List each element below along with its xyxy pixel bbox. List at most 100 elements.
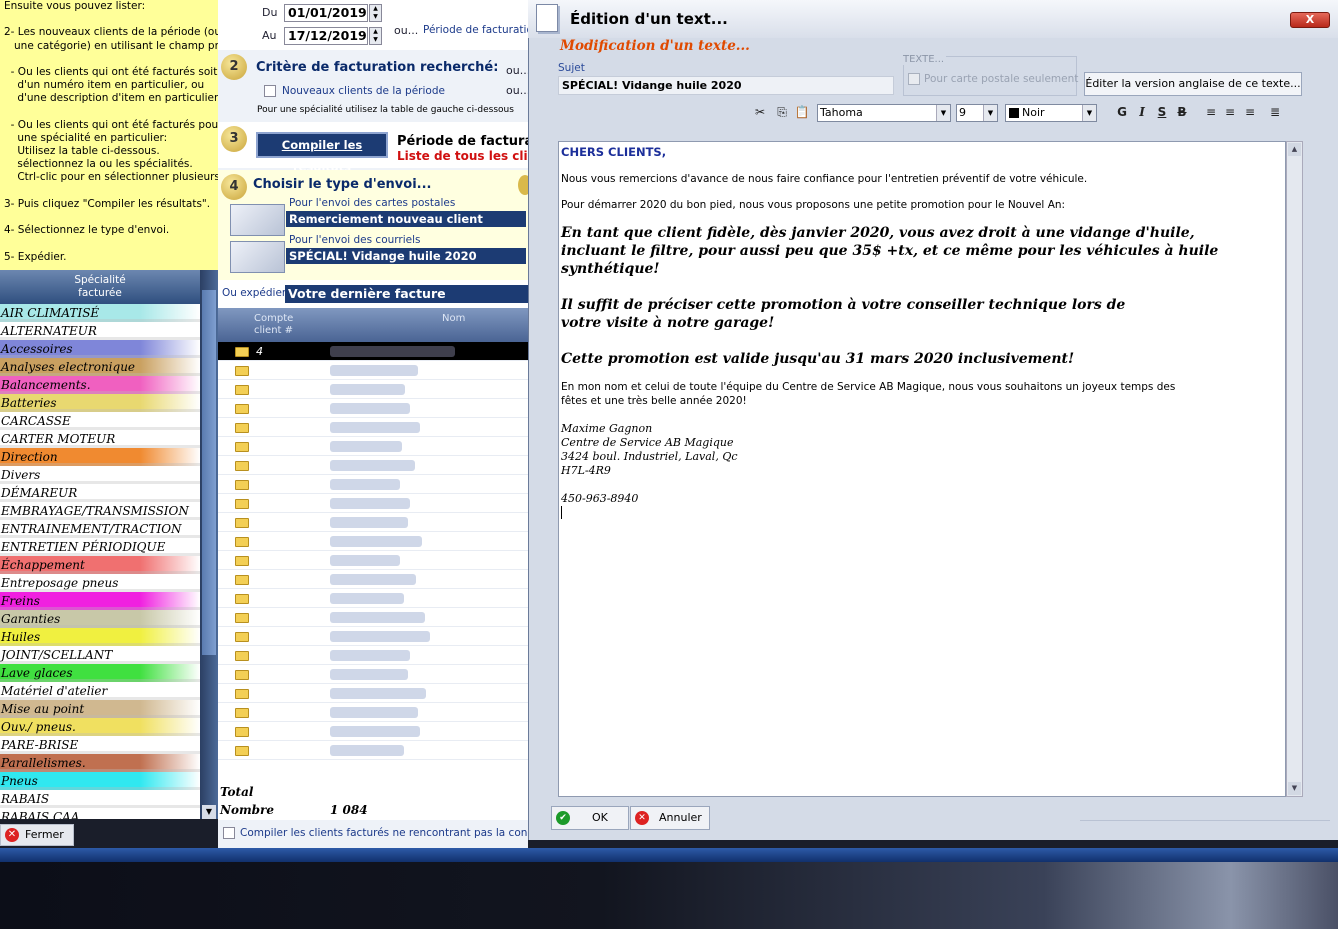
copy-icon[interactable]: ⎘ [774, 103, 790, 121]
specialite-item[interactable]: EMBRAYAGE/TRANSMISSION [0, 502, 200, 520]
specialite-item[interactable]: Mise au point [0, 700, 200, 718]
compiler-non-conditions-row[interactable]: Compiler les clients facturés ne rencont… [218, 823, 528, 845]
du-spinner[interactable]: ▲ ▼ [369, 4, 382, 22]
table-row[interactable] [218, 494, 528, 513]
table-row[interactable] [218, 741, 528, 760]
specialite-item[interactable]: Garanties [0, 610, 200, 628]
font-color-select[interactable]: Noir ▼ [1005, 104, 1097, 122]
specialite-item[interactable]: Échappement [0, 556, 200, 574]
specialite-item[interactable]: AIR CLIMATISÉ [0, 304, 200, 322]
specialite-item[interactable]: Huiles [0, 628, 200, 646]
cut-icon[interactable]: ✂ [752, 103, 768, 121]
underline-icon[interactable]: S [1154, 103, 1170, 121]
au-date-field[interactable]: 17/12/2019 [284, 27, 368, 45]
table-row[interactable] [218, 646, 528, 665]
specialite-item[interactable]: Entreposage pneus [0, 574, 200, 592]
scroll-down-icon[interactable]: ▼ [202, 805, 216, 819]
specialite-item[interactable]: Direction [0, 448, 200, 466]
courriel-select[interactable]: SPÉCIAL! Vidange huile 2020 [286, 248, 526, 264]
table-row[interactable] [218, 608, 528, 627]
du-date-field[interactable]: 01/01/2019 [284, 4, 368, 22]
table-row[interactable] [218, 513, 528, 532]
col-compte-header[interactable]: Compte client # [254, 313, 293, 337]
specialite-item[interactable]: Parallelismes. [0, 754, 200, 772]
specialite-item[interactable]: Freins [0, 592, 200, 610]
specialite-item[interactable]: CARCASSE [0, 412, 200, 430]
specialite-item[interactable]: RABAIS [0, 790, 200, 808]
specialite-item[interactable]: DÉMAREUR [0, 484, 200, 502]
table-row[interactable] [218, 475, 528, 494]
align-left-icon[interactable]: ≡ [1203, 103, 1219, 121]
folder-icon [235, 594, 249, 604]
nouveaux-clients-label[interactable]: Nouveaux clients de la période [282, 85, 445, 97]
specialite-item[interactable]: JOINT/SCELLANT [0, 646, 200, 664]
fermer-button[interactable]: ✕ Fermer [0, 824, 74, 846]
table-row[interactable] [218, 703, 528, 722]
postcard-icon[interactable] [230, 204, 285, 236]
paste-icon[interactable]: 📋 [794, 103, 810, 121]
table-row[interactable] [218, 456, 528, 475]
specialite-item[interactable]: Balancements. [0, 376, 200, 394]
scroll-down-icon[interactable]: ▼ [1288, 782, 1301, 795]
results-grid[interactable]: 4 [218, 308, 528, 784]
font-size-select[interactable]: 9 ▼ [956, 104, 998, 122]
nouveaux-clients-checkbox[interactable] [264, 85, 276, 97]
compiler-non-checkbox[interactable] [223, 827, 235, 839]
specialite-item[interactable]: Ouv./ pneus. [0, 718, 200, 736]
periode-facturation-link[interactable]: Période de facturation [423, 24, 540, 36]
align-center-icon[interactable]: ≡ [1222, 103, 1238, 121]
specialites-list[interactable]: AIR CLIMATISÉ ALTERNATEUR Accessoires Analy… [0, 304, 200, 819]
au-spinner[interactable]: ▲ ▼ [369, 27, 382, 45]
specialite-item[interactable]: PARE-BRISE [0, 736, 200, 754]
annuler-button[interactable]: ✕ Annuler [630, 806, 710, 830]
specialite-item[interactable]: Pneus [0, 772, 200, 790]
table-row[interactable] [218, 399, 528, 418]
specialite-item[interactable]: Lave glaces [0, 664, 200, 682]
scroll-up-icon[interactable]: ▲ [1288, 143, 1301, 156]
specialite-item[interactable]: ALTERNATEUR [0, 322, 200, 340]
specialite-item[interactable]: Matériel d'atelier [0, 682, 200, 700]
specialite-item[interactable]: ENTRETIEN PÉRIODIQUE [0, 538, 200, 556]
carte-postale-select[interactable]: Remerciement nouveau client [286, 211, 526, 227]
table-row[interactable] [218, 627, 528, 646]
table-row[interactable] [218, 722, 528, 741]
sujet-input[interactable]: SPÉCIAL! Vidange huile 2020 [558, 76, 894, 95]
specialite-item[interactable]: Divers [0, 466, 200, 484]
courriels-link[interactable]: Pour l'envoi des courriels [289, 234, 421, 246]
table-row[interactable] [218, 361, 528, 380]
specialite-item[interactable]: Accessoires [0, 340, 200, 358]
specialite-item[interactable]: RABAIS CAA [0, 808, 200, 819]
specialites-scrollbar[interactable]: ▼ [200, 270, 218, 819]
editor-scrollbar[interactable]: ▲ ▼ [1286, 141, 1303, 797]
editer-anglais-button[interactable]: Éditer la version anglaise de ce texte..… [1084, 72, 1302, 96]
table-row[interactable] [218, 551, 528, 570]
table-row[interactable] [218, 665, 528, 684]
text-editor[interactable]: CHERS CLIENTS, Nous vous remercions d'av… [558, 141, 1286, 797]
table-row[interactable] [218, 589, 528, 608]
email-icon[interactable] [230, 241, 285, 273]
font-family-select[interactable]: Tahoma ▼ [817, 104, 951, 122]
dialog-close-button[interactable]: X [1290, 12, 1330, 28]
ok-button[interactable]: ✔ OK [551, 806, 629, 830]
table-row[interactable] [218, 418, 528, 437]
scroll-thumb[interactable] [202, 290, 216, 655]
table-row[interactable] [218, 437, 528, 456]
specialite-item[interactable]: Analyses electronique [0, 358, 200, 376]
cartes-postales-link[interactable]: Pour l'envoi des cartes postales [289, 197, 455, 209]
specialite-item[interactable]: Batteries [0, 394, 200, 412]
table-row[interactable]: 4 [218, 342, 528, 361]
col-nom-header[interactable]: Nom [442, 313, 465, 324]
justify-icon[interactable]: ≣ [1267, 103, 1283, 121]
table-row[interactable] [218, 684, 528, 703]
expedier-select[interactable]: Votre dernière facture [285, 285, 528, 303]
compiler-resultats-button[interactable]: Compiler les résultats [256, 132, 388, 174]
align-right-icon[interactable]: ≡ [1242, 103, 1258, 121]
table-row[interactable] [218, 570, 528, 589]
bold-icon[interactable]: G [1114, 103, 1130, 121]
italic-icon[interactable]: I [1134, 103, 1150, 121]
table-row[interactable] [218, 380, 528, 399]
strikethrough-icon[interactable]: B [1174, 103, 1190, 121]
specialite-item[interactable]: ENTRAINEMENT/TRACTION [0, 520, 200, 538]
specialite-item[interactable]: CARTER MOTEUR [0, 430, 200, 448]
table-row[interactable] [218, 532, 528, 551]
